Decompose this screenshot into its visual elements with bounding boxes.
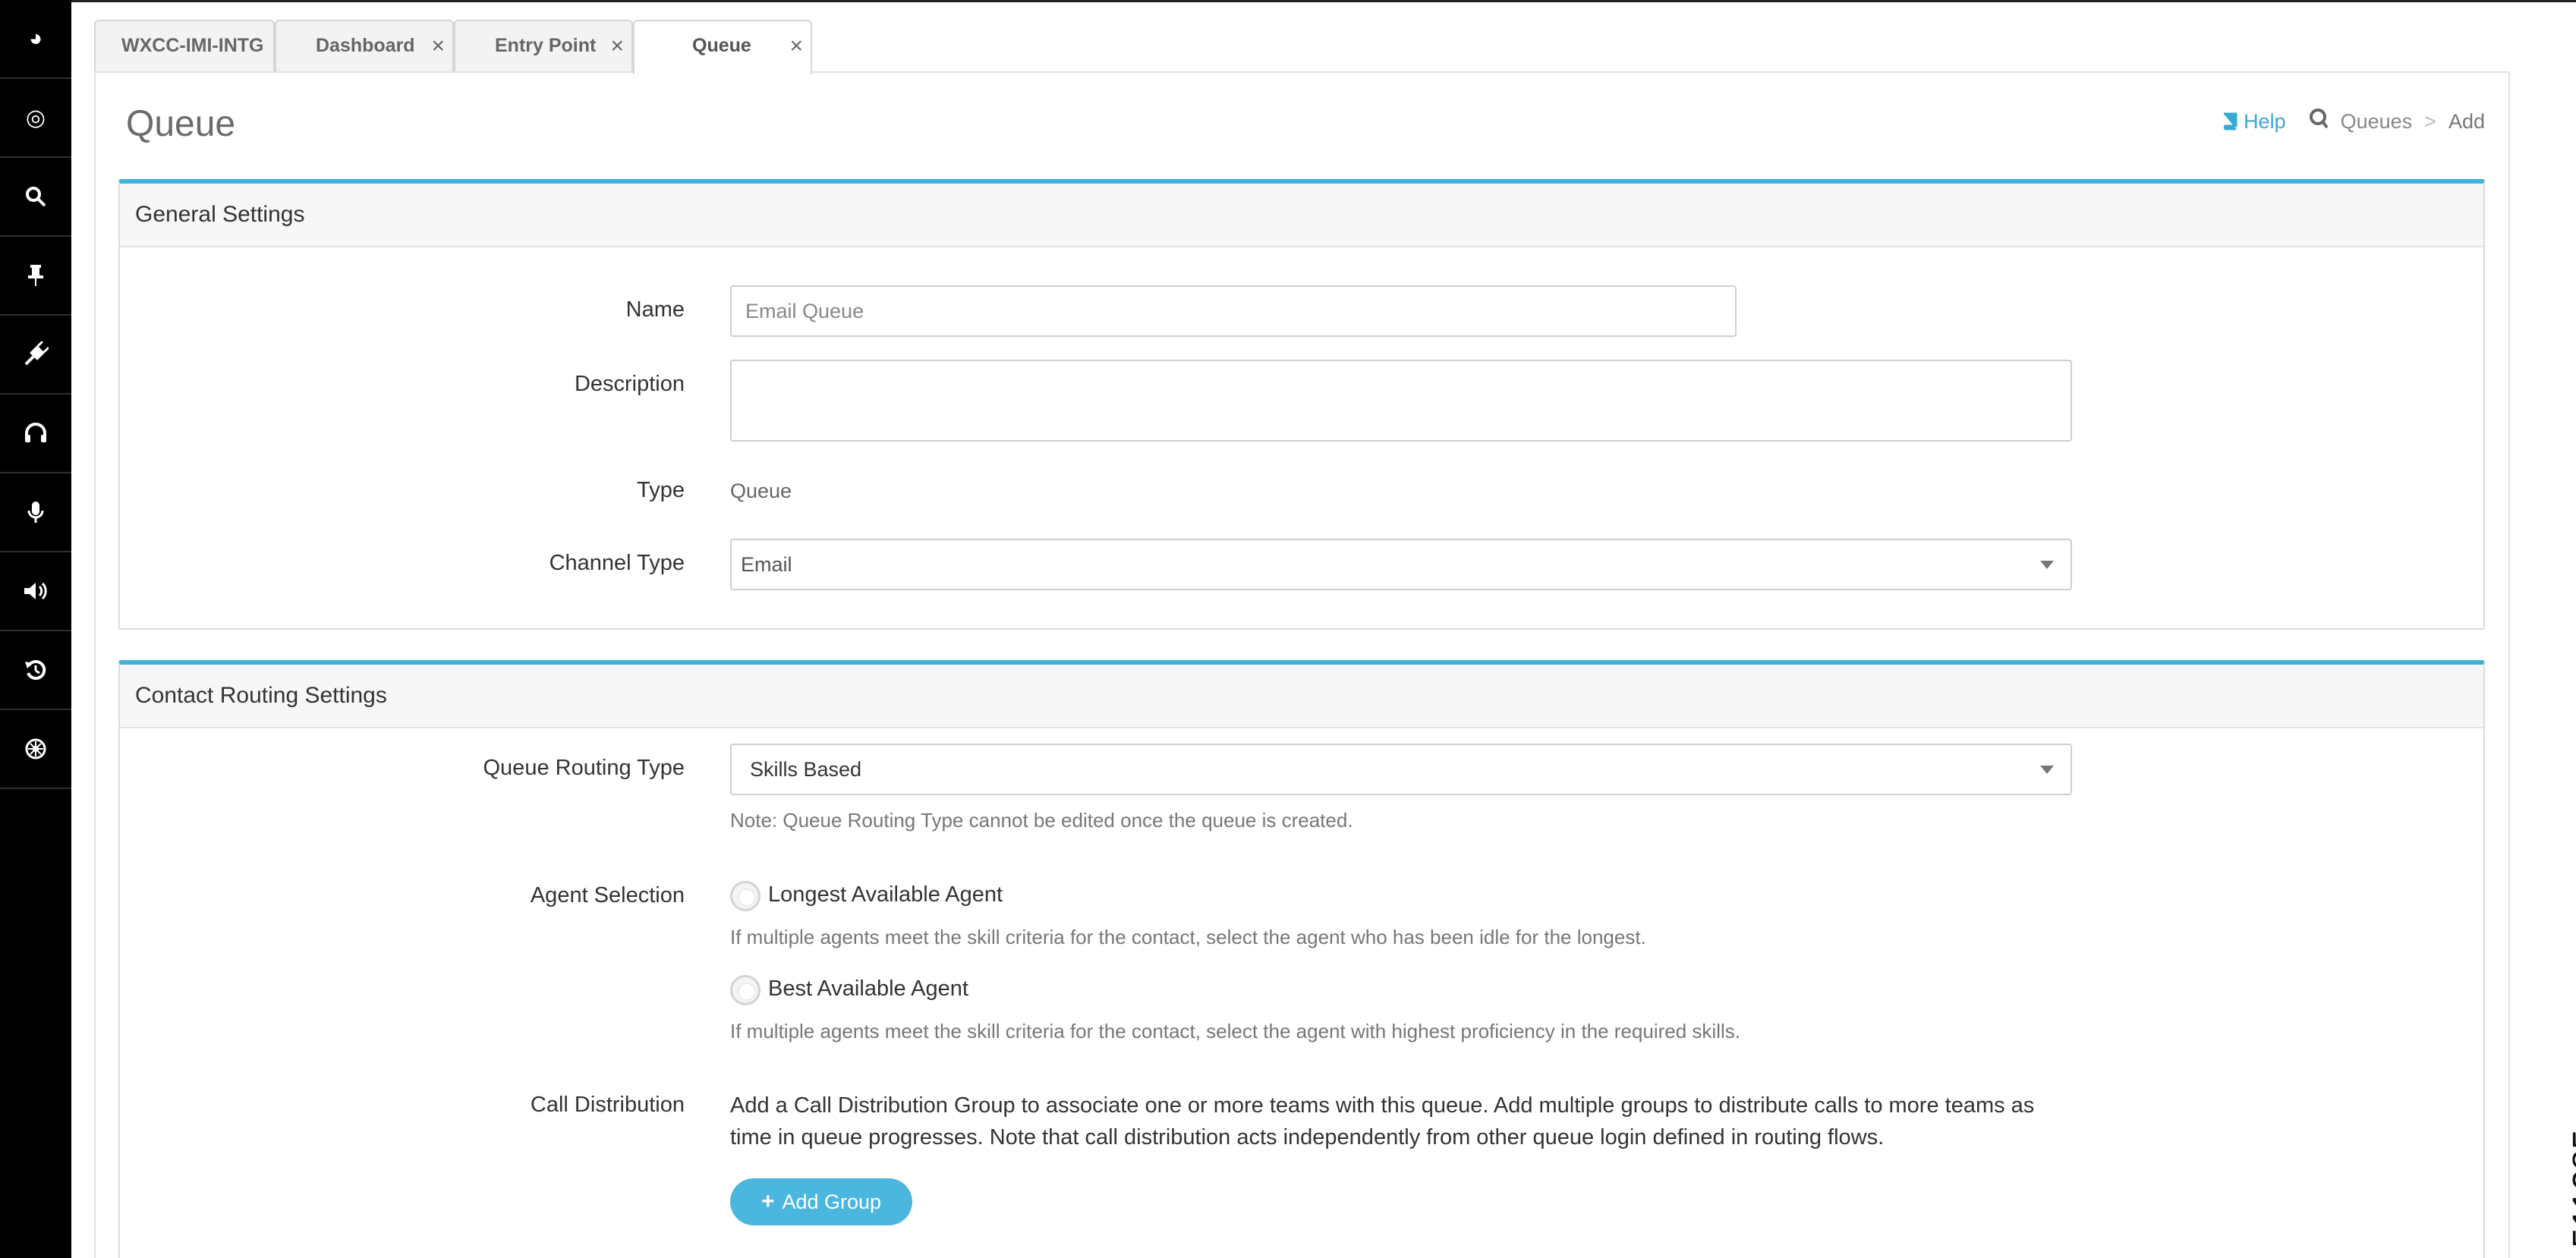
nav-rail: ◕ ◎ bbox=[0, 0, 71, 1258]
type-label: Type bbox=[637, 478, 685, 502]
longest-available-label[interactable]: Longest Available Agent bbox=[768, 882, 1003, 907]
channel-type-select[interactable]: Email bbox=[730, 539, 2072, 590]
tab-queue[interactable]: Queue × bbox=[633, 20, 812, 74]
best-available-help: If multiple agents meet the skill criter… bbox=[730, 1020, 1740, 1043]
longest-available-help: If multiple agents meet the skill criter… bbox=[730, 926, 1646, 948]
figure-id-text: 511285 bbox=[2566, 1129, 2576, 1248]
name-placeholder: Email Queue bbox=[745, 299, 864, 322]
call-distribution-label: Call Distribution bbox=[530, 1093, 685, 1117]
target-icon-glyph: ◎ bbox=[25, 105, 46, 131]
breadcrumb-add: Add bbox=[2448, 109, 2485, 133]
figure-id: 511285 bbox=[2527, 1123, 2576, 1252]
help-link[interactable]: Help bbox=[2221, 110, 2286, 134]
routing-type-label: Queue Routing Type bbox=[483, 756, 685, 780]
close-icon[interactable]: × bbox=[789, 35, 803, 58]
microphone-icon[interactable] bbox=[0, 473, 71, 552]
plus-icon: + bbox=[761, 1189, 775, 1214]
breadcrumb-separator: > bbox=[2424, 109, 2436, 133]
settings-icon[interactable] bbox=[0, 710, 71, 789]
microphone-icon-svg bbox=[27, 502, 44, 523]
tab-dashboard[interactable]: Dashboard × bbox=[275, 20, 454, 73]
pin-icon-svg bbox=[28, 265, 43, 286]
name-field[interactable]: Email Queue bbox=[730, 285, 1737, 337]
top-border bbox=[71, 0, 2576, 2]
plug-icon[interactable] bbox=[0, 316, 71, 395]
close-icon[interactable]: × bbox=[431, 35, 445, 58]
add-group-button[interactable]: + Add Group bbox=[730, 1178, 912, 1225]
headset-icon[interactable] bbox=[0, 395, 71, 473]
dashboard-icon[interactable]: ◕ bbox=[0, 0, 71, 79]
breadcrumb: Help Queues > Add bbox=[2221, 108, 2485, 135]
routing-type-select[interactable]: Skills Based bbox=[730, 744, 2072, 795]
history-icon[interactable] bbox=[0, 631, 71, 710]
tab-label: Entry Point bbox=[495, 35, 597, 56]
channel-type-value: Email bbox=[741, 552, 792, 576]
queue-icon bbox=[2309, 108, 2329, 135]
headset-icon-svg bbox=[25, 423, 46, 442]
section-header: General Settings bbox=[120, 184, 2483, 247]
page-title: Queue bbox=[126, 104, 236, 144]
speaker-icon[interactable] bbox=[0, 552, 71, 631]
tab-wxcc-imi-intg[interactable]: WXCC-IMI-INTG bbox=[94, 20, 275, 73]
tab-entry-point[interactable]: Entry Point × bbox=[454, 20, 633, 73]
channel-type-label: Channel Type bbox=[549, 551, 685, 575]
add-group-label: Add Group bbox=[782, 1190, 882, 1213]
search-icon-svg bbox=[26, 187, 46, 207]
description-label: Description bbox=[574, 372, 685, 396]
tab-label: WXCC-IMI-INTG bbox=[121, 35, 264, 56]
book-icon bbox=[2223, 112, 2237, 131]
call-distribution-text: Add a Call Distribution Group to associa… bbox=[730, 1093, 2035, 1149]
type-value: Queue bbox=[730, 480, 792, 502]
tab-label: Queue bbox=[692, 35, 751, 56]
chevron-down-icon bbox=[2040, 766, 2054, 774]
history-icon-svg bbox=[25, 659, 46, 680]
longest-available-radio[interactable] bbox=[730, 881, 761, 911]
help-label: Help bbox=[2244, 109, 2286, 133]
best-available-label[interactable]: Best Available Agent bbox=[768, 977, 968, 1002]
dashboard-icon-glyph: ◕ bbox=[28, 26, 43, 51]
search-icon[interactable] bbox=[0, 158, 71, 237]
plug-icon-svg bbox=[24, 341, 49, 366]
queue-icon-svg bbox=[2309, 109, 2329, 129]
speaker-icon-svg bbox=[24, 582, 47, 600]
section-header: Contact Routing Settings bbox=[120, 665, 2483, 728]
breadcrumb-queues[interactable]: Queues bbox=[2341, 110, 2413, 134]
close-icon[interactable]: × bbox=[610, 35, 624, 58]
best-available-radio[interactable] bbox=[730, 975, 761, 1005]
tab-label: Dashboard bbox=[316, 35, 415, 56]
pin-icon[interactable] bbox=[0, 237, 71, 316]
target-icon[interactable]: ◎ bbox=[0, 79, 71, 158]
description-field[interactable] bbox=[730, 360, 2072, 442]
settings-icon-svg bbox=[25, 738, 46, 760]
routing-type-value: Skills Based bbox=[750, 757, 862, 781]
agent-selection-label: Agent Selection bbox=[530, 883, 685, 907]
name-label: Name bbox=[625, 297, 685, 322]
chevron-down-icon bbox=[2040, 561, 2054, 569]
routing-type-note: Note: Queue Routing Type cannot be edite… bbox=[730, 809, 1353, 832]
